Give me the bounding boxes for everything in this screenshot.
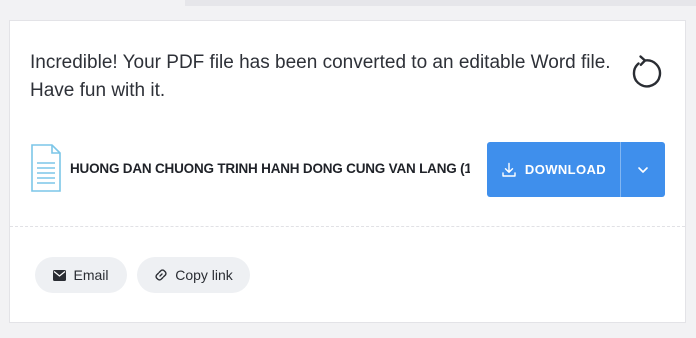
copy-link-label: Copy link — [175, 267, 233, 283]
link-icon — [155, 269, 167, 281]
conversion-result-card: Incredible! Your PDF file has been conve… — [9, 20, 686, 323]
top-bar — [185, 0, 696, 6]
download-button-group: DOWNLOAD — [487, 142, 665, 197]
restart-icon — [632, 55, 662, 88]
download-button[interactable]: DOWNLOAD — [487, 142, 620, 197]
download-options-button[interactable] — [621, 142, 665, 197]
section-divider — [10, 226, 685, 227]
download-label: DOWNLOAD — [524, 162, 607, 177]
success-message: Incredible! Your PDF file has been conve… — [30, 49, 611, 105]
chevron-down-icon — [638, 166, 648, 173]
download-icon — [502, 162, 516, 177]
success-message-line-1: Incredible! Your PDF file has been conve… — [30, 52, 611, 73]
email-button[interactable]: Email — [35, 257, 127, 293]
restart-button[interactable] — [625, 53, 665, 93]
envelope-icon — [53, 269, 67, 281]
success-message-line-2: Have fun with it. — [30, 80, 166, 101]
document-icon — [31, 144, 61, 192]
copy-link-button[interactable]: Copy link — [137, 257, 250, 293]
file-name: HUONG DAN CHUONG TRINH HANH DONG CUNG VA… — [70, 161, 470, 176]
email-label: Email — [73, 267, 109, 283]
